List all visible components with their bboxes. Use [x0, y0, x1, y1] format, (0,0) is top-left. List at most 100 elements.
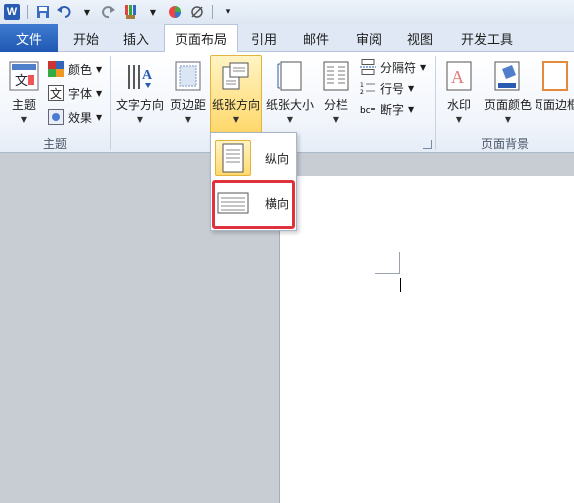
margin-marker	[399, 252, 400, 274]
breaks-label: 分隔符	[380, 60, 417, 75]
page-borders-icon	[540, 60, 570, 92]
orientation-icon	[221, 60, 251, 92]
columns-button[interactable]: 分栏 ▼	[318, 56, 354, 134]
chevron-down-icon: ▼	[20, 115, 28, 124]
page-color-icon	[493, 60, 523, 92]
page-borders-button[interactable]: 页面边框	[536, 56, 574, 134]
word-logo-icon[interactable]: W	[2, 2, 22, 22]
landscape-highlight-box	[212, 180, 295, 229]
colors-label: 颜色	[68, 62, 93, 77]
page-borders-label: 页面边框	[536, 98, 574, 112]
text-direction-icon: A	[125, 60, 155, 92]
svg-text:文: 文	[15, 74, 28, 89]
chevron-down-icon: ▼	[504, 115, 512, 124]
color-icon[interactable]	[165, 2, 185, 22]
svg-text:A: A	[451, 67, 464, 87]
save-icon[interactable]	[33, 2, 53, 22]
chevron-down-icon: ▼	[136, 115, 144, 124]
themes-label: 主题	[11, 98, 36, 112]
tab-home[interactable]: 开始	[64, 24, 108, 52]
breaks-button[interactable]: 分隔符 ▼	[360, 56, 426, 78]
font-icon: 文	[48, 85, 64, 101]
line-numbers-button[interactable]: 12 行号 ▼	[360, 77, 414, 99]
chevron-down-icon: ▼	[408, 83, 415, 93]
chevron-down-icon: ▼	[96, 88, 103, 98]
margins-button[interactable]: 页边距 ▼	[168, 56, 208, 134]
watermark-icon: A	[444, 60, 474, 92]
tab-developer[interactable]: 开发工具	[454, 24, 520, 52]
line-numbers-label: 行号	[380, 81, 405, 96]
chevron-down-icon[interactable]: ▼	[143, 2, 163, 22]
group-label-themes: 主题	[42, 137, 67, 151]
fonts-label: 字体	[68, 86, 93, 101]
svg-text:1: 1	[360, 82, 364, 89]
divider	[27, 5, 28, 19]
quick-access-toolbar: W ▼ ▼ ▾	[0, 0, 574, 24]
margins-icon	[173, 60, 203, 92]
group-divider	[110, 56, 111, 150]
ribbon-tabs: 文件 开始 插入 页面布局 引用 邮件 审阅 视图 开发工具	[0, 24, 574, 53]
chevron-down-icon: ▼	[184, 115, 192, 124]
chevron-down-icon: ▼	[232, 115, 240, 124]
chevron-down-icon: ▼	[408, 104, 415, 114]
tab-review[interactable]: 审阅	[348, 24, 390, 52]
paper-size-icon	[275, 60, 305, 92]
text-direction-label: 文字方向	[115, 98, 164, 112]
chevron-down-icon: ▼	[96, 64, 103, 74]
theme-effects-button[interactable]: 效果 ▼	[48, 106, 102, 128]
orientation-label: 纸张方向	[211, 98, 260, 112]
undo-icon[interactable]	[55, 2, 75, 22]
color-palette-icon	[48, 61, 64, 77]
word-logo: W	[4, 4, 20, 20]
columns-icon	[321, 60, 351, 92]
tab-mailings[interactable]: 邮件	[296, 24, 336, 52]
page-setup-launcher-icon[interactable]	[423, 140, 432, 149]
themes-icon: 文	[9, 60, 39, 92]
portrait-page-icon	[215, 140, 251, 176]
svg-text:文: 文	[50, 86, 62, 101]
group-label-page-background: 页面背景	[480, 137, 529, 151]
columns-label: 分栏	[323, 98, 348, 112]
divider	[212, 5, 213, 19]
chevron-down-icon: ▼	[455, 115, 463, 124]
orientation-portrait-item[interactable]: 纵向	[213, 137, 294, 179]
theme-colors-button[interactable]: 颜色 ▼	[48, 58, 102, 80]
tab-page-layout[interactable]: 页面布局	[164, 24, 238, 53]
redo-icon[interactable]	[99, 2, 119, 22]
effects-icon	[48, 109, 64, 125]
themes-button[interactable]: 文 主题 ▼	[4, 56, 44, 134]
svg-text:2: 2	[360, 89, 364, 96]
format-painter-icon[interactable]	[121, 2, 141, 22]
tab-view[interactable]: 视图	[400, 24, 440, 52]
chevron-down-icon: ▼	[420, 62, 427, 72]
svg-text:bc: bc	[360, 106, 371, 116]
chevron-down-icon: ▼	[332, 115, 340, 124]
text-direction-button[interactable]: A 文字方向 ▼	[114, 56, 166, 134]
customize-icon[interactable]: ▾	[218, 2, 238, 22]
hyphenation-icon: bc	[360, 101, 376, 117]
chevron-down-icon[interactable]: ▼	[77, 2, 97, 22]
watermark-label: 水印	[446, 98, 471, 112]
size-label: 纸张大小	[265, 98, 314, 112]
theme-fonts-button[interactable]: 文 字体 ▼	[48, 82, 102, 104]
hyphenation-button[interactable]: bc 断字 ▼	[360, 98, 414, 120]
document-page[interactable]	[279, 176, 574, 503]
tab-references[interactable]: 引用	[246, 24, 282, 52]
watermark-button[interactable]: A 水印 ▼	[440, 56, 478, 134]
tab-insert[interactable]: 插入	[116, 24, 156, 52]
margin-marker	[375, 273, 399, 274]
page-color-button[interactable]: 页面颜色 ▼	[482, 56, 534, 134]
effects-label: 效果	[68, 110, 93, 125]
tab-file[interactable]: 文件	[0, 24, 58, 52]
margins-label: 页边距	[169, 98, 206, 112]
page-break-icon	[360, 59, 376, 75]
chevron-down-icon: ▼	[96, 112, 103, 122]
orientation-button[interactable]: 纸张方向 ▼	[210, 55, 262, 133]
svg-text:A: A	[142, 68, 153, 83]
line-numbers-icon: 12	[360, 80, 376, 96]
size-button[interactable]: 纸张大小 ▼	[264, 56, 316, 134]
text-cursor	[400, 278, 401, 292]
erase-icon[interactable]	[187, 2, 207, 22]
portrait-label: 纵向	[265, 151, 290, 166]
page-color-label: 页面颜色	[483, 98, 532, 112]
